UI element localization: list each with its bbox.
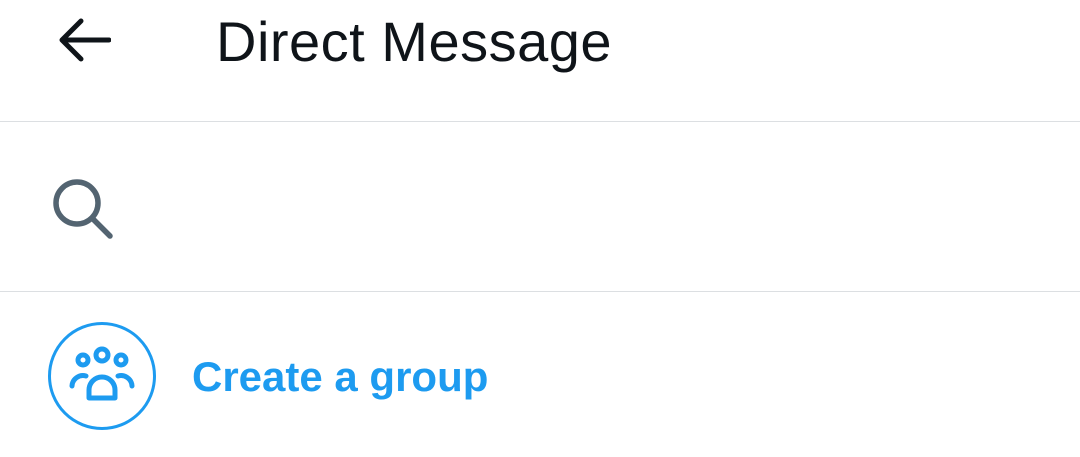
search-input[interactable] (140, 162, 1044, 250)
page-title: Direct Message (216, 10, 613, 73)
create-group-button[interactable] (48, 322, 156, 430)
header-bar: Direct Message (0, 0, 1080, 122)
direct-message-screen: Direct Message Create a group (0, 0, 1080, 457)
people-group-icon (69, 346, 135, 407)
arrow-left-icon (57, 17, 112, 68)
create-group-row[interactable]: Create a group (0, 292, 1080, 457)
create-group-label[interactable]: Create a group (192, 352, 488, 402)
back-button[interactable] (52, 14, 116, 70)
search-icon (48, 174, 118, 244)
search-bar[interactable] (0, 122, 1080, 292)
